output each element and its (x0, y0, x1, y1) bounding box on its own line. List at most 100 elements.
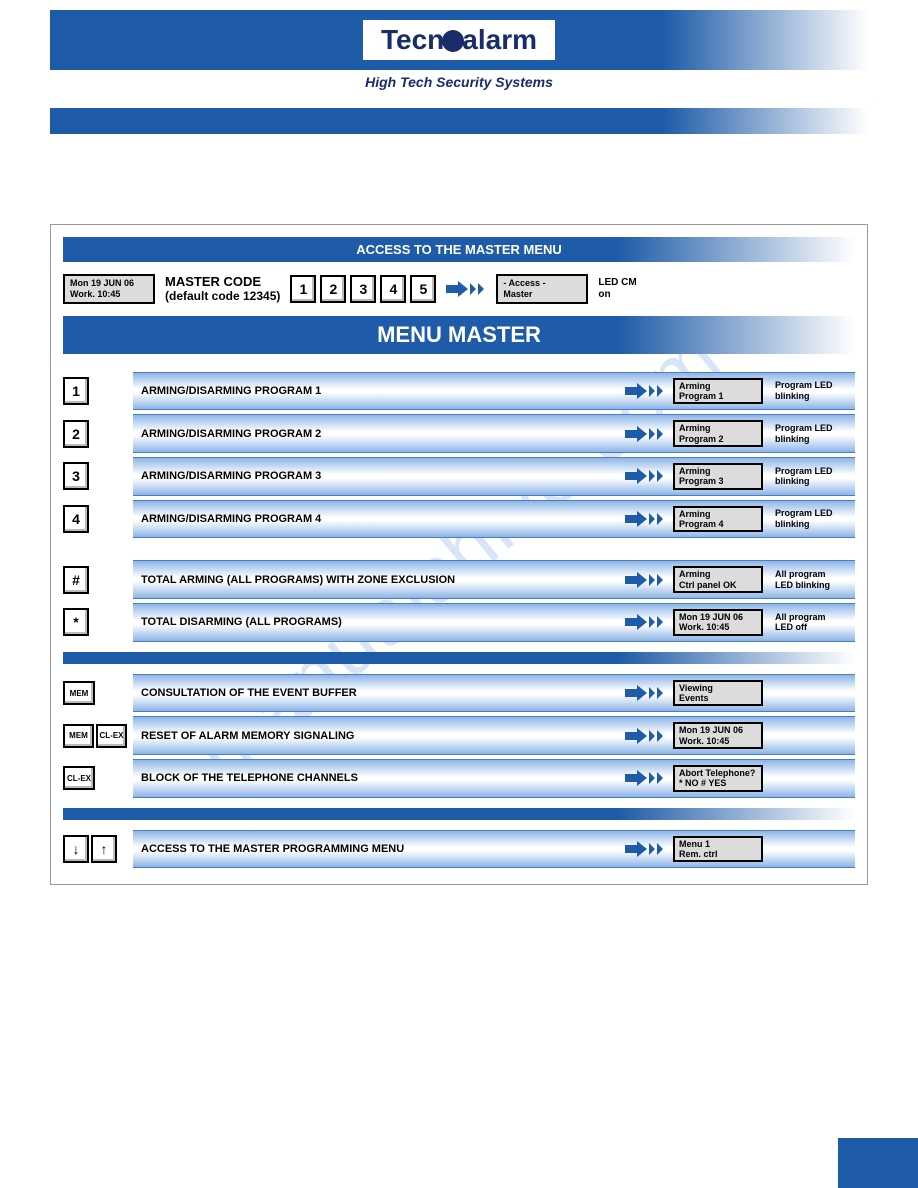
row-lcd: ArmingProgram 1 (673, 378, 763, 405)
row-lcd: ArmingCtrl panel OK (673, 566, 763, 593)
menu-row: 2 ARMING/DISARMING PROGRAM 2 ArmingProgram… (63, 414, 855, 453)
section-divider (63, 808, 855, 820)
row-label: CONSULTATION OF THE EVENT BUFFER (141, 687, 617, 699)
row-label: BLOCK OF THE TELEPHONE CHANNELS (141, 772, 617, 784)
code-key-4[interactable]: 4 (380, 275, 406, 303)
arrow-right-icon (625, 424, 665, 444)
row-key[interactable]: 4 (63, 505, 89, 533)
row-key-col: MEM (63, 674, 127, 713)
row-lcd: Mon 19 JUN 06Work. 10:45 (673, 609, 763, 636)
row-label: ARMING/DISARMING PROGRAM 2 (141, 428, 617, 440)
access-row: Mon 19 JUN 06 Work. 10:45 MASTER CODE (d… (63, 274, 855, 304)
row-label: ARMING/DISARMING PROGRAM 4 (141, 513, 617, 525)
arrow-right-icon (625, 466, 665, 486)
menu-row: 1 ARMING/DISARMING PROGRAM 1 ArmingProgram… (63, 372, 855, 411)
code-key-1[interactable]: 1 (290, 275, 316, 303)
code-key-5[interactable]: 5 (410, 275, 436, 303)
menu-row: MEM CONSULTATION OF THE EVENT BUFFERViewi… (63, 674, 855, 713)
arrow-right-icon (625, 570, 665, 590)
brand-globe-icon (442, 30, 464, 52)
lcd-line2: Work. 10:45 (70, 289, 148, 300)
arrow-right-icon (625, 726, 665, 746)
row-key-col: 1 (63, 372, 127, 411)
row-lcd: Menu 1Rem. ctrl (673, 836, 763, 863)
arrow-right-icon (625, 509, 665, 529)
menu-row: # TOTAL ARMING (ALL PROGRAMS) WITH ZONE E… (63, 560, 855, 599)
menu-row: * TOTAL DISARMING (ALL PROGRAMS) Mon 19 JU… (63, 603, 855, 642)
row-key-col: * (63, 603, 127, 642)
row-strip: ARMING/DISARMING PROGRAM 3 ArmingProgram … (133, 457, 855, 496)
row-label: TOTAL DISARMING (ALL PROGRAMS) (141, 616, 617, 628)
footer-corner (838, 1138, 918, 1188)
row-key-col: MEMCL-EX (63, 716, 127, 755)
row-key[interactable]: CL-EX (63, 766, 95, 790)
row-lcd: Mon 19 JUN 06Work. 10:45 (673, 722, 763, 749)
row-strip: ACCESS TO THE MASTER PROGRAMMING MENU Men… (133, 830, 855, 869)
code-key-2[interactable]: 2 (320, 275, 346, 303)
master-code-block: MASTER CODE (default code 12345) (165, 274, 280, 303)
row-lcd: ArmingProgram 3 (673, 463, 763, 490)
arrow-right-icon (446, 279, 486, 299)
row-status: All programLED blinking (771, 569, 847, 591)
row-strip: ARMING/DISARMING PROGRAM 2 ArmingProgram … (133, 414, 855, 453)
row-key[interactable]: CL-EX (96, 724, 127, 748)
row-key-col: 4 (63, 500, 127, 539)
code-key-3[interactable]: 3 (350, 275, 376, 303)
row-status: All programLED off (771, 612, 847, 634)
row-key[interactable]: MEM (63, 681, 95, 705)
arrow-right-icon (625, 683, 665, 703)
row-strip: TOTAL ARMING (ALL PROGRAMS) WITH ZONE EX… (133, 560, 855, 599)
menu-row: 4 ARMING/DISARMING PROGRAM 4 ArmingProgram… (63, 500, 855, 539)
code-key-group: 1 2 3 4 5 (290, 275, 436, 303)
section-divider (63, 652, 855, 664)
row-key-col: CL-EX (63, 759, 127, 798)
menu-row: MEMCL-EX RESET OF ALARM MEMORY SIGNALING M… (63, 716, 855, 755)
row-key-col: # (63, 560, 127, 599)
lcd-line1: - Access - (503, 278, 581, 289)
row-key-col: 2 (63, 414, 127, 453)
row-status: Program LEDblinking (771, 466, 847, 488)
row-status: Program LEDblinking (771, 423, 847, 445)
arrow-right-icon (625, 839, 665, 859)
arrow-right-icon (625, 612, 665, 632)
master-code-sub: (default code 12345) (165, 289, 280, 303)
row-lcd: Abort Telephone?* NO # YES (673, 765, 763, 792)
row-key-col: 3 (63, 457, 127, 496)
access-title: ACCESS TO THE MASTER MENU (63, 237, 855, 262)
row-key-col: ↓↑ (63, 830, 127, 869)
row-key[interactable]: 3 (63, 462, 89, 490)
row-key[interactable]: MEM (63, 724, 94, 748)
row-label: TOTAL ARMING (ALL PROGRAMS) WITH ZONE EX… (141, 574, 617, 586)
row-label: ARMING/DISARMING PROGRAM 3 (141, 470, 617, 482)
access-status: LED CM on (598, 277, 636, 301)
arrow-right-icon (625, 768, 665, 788)
arrow-right-icon (625, 381, 665, 401)
lcd-line1: Mon 19 JUN 06 (70, 278, 148, 289)
row-label: RESET OF ALARM MEMORY SIGNALING (141, 730, 617, 742)
row-status: Program LEDblinking (771, 508, 847, 530)
access-result-lcd: - Access - Master (496, 274, 588, 304)
row-strip: ARMING/DISARMING PROGRAM 1 ArmingProgram … (133, 372, 855, 411)
brand-name-left: Tecn (381, 24, 444, 55)
brand-tagline: High Tech Security Systems (0, 74, 918, 90)
menu-row: 3 ARMING/DISARMING PROGRAM 3 ArmingProgram… (63, 457, 855, 496)
row-lcd: ArmingProgram 2 (673, 420, 763, 447)
row-key[interactable]: * (63, 608, 89, 636)
row-strip: ARMING/DISARMING PROGRAM 4 ArmingProgram … (133, 500, 855, 539)
row-strip: CONSULTATION OF THE EVENT BUFFERViewingE… (133, 674, 855, 713)
row-key[interactable]: ↑ (91, 835, 117, 863)
menu-row: CL-EX BLOCK OF THE TELEPHONE CHANNELS Abor… (63, 759, 855, 798)
content-panel: manualshive.com ACCESS TO THE MASTER MEN… (50, 224, 868, 885)
row-lcd: ArmingProgram 4 (673, 506, 763, 533)
lcd-line2: Master (503, 289, 581, 300)
row-strip: TOTAL DISARMING (ALL PROGRAMS) Mon 19 JUN… (133, 603, 855, 642)
row-key[interactable]: ↓ (63, 835, 89, 863)
row-key[interactable]: 1 (63, 377, 89, 405)
row-status: Program LEDblinking (771, 380, 847, 402)
brand-header: Tecnalarm (50, 10, 868, 70)
row-label: ACCESS TO THE MASTER PROGRAMMING MENU (141, 843, 617, 855)
master-code-label: MASTER CODE (165, 274, 280, 289)
row-key[interactable]: # (63, 566, 89, 594)
row-label: ARMING/DISARMING PROGRAM 1 (141, 385, 617, 397)
row-key[interactable]: 2 (63, 420, 89, 448)
